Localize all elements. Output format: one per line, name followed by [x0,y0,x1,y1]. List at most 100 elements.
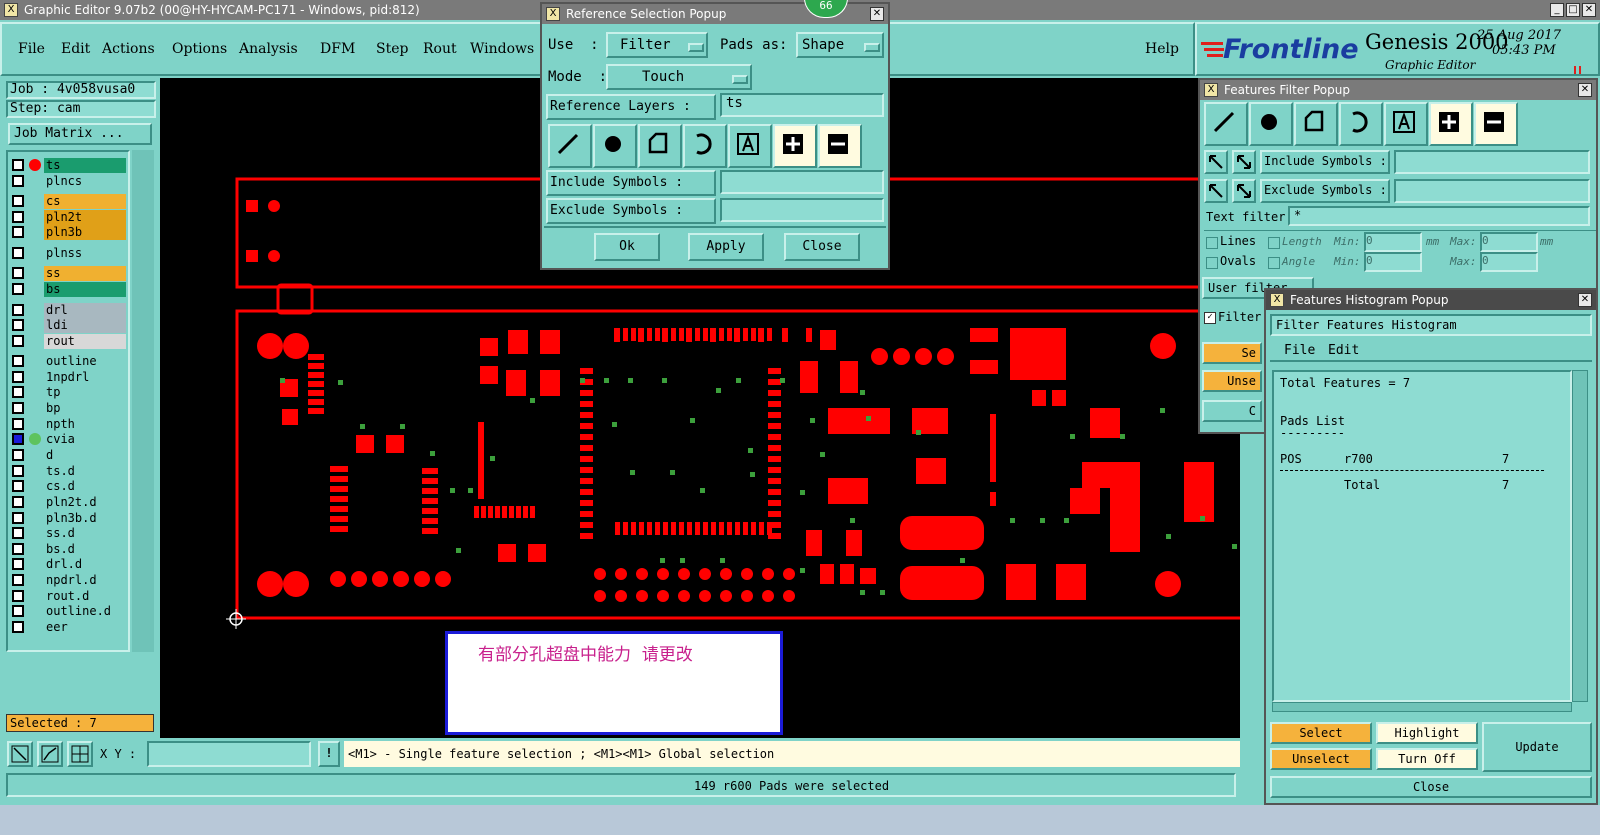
angle-min-input[interactable]: 0 [1364,252,1422,272]
rect-pad[interactable] [768,445,781,451]
maximize-button[interactable]: □ [1566,3,1580,17]
rect-pad[interactable] [580,412,593,418]
round-pad[interactable] [741,590,753,602]
rect-pad[interactable] [768,390,781,396]
rect-pad[interactable] [1110,462,1140,552]
layer-row-outline-d[interactable]: outline.d [12,604,126,619]
filter-surface-tool[interactable] [1294,102,1338,146]
rect-pad[interactable] [330,526,348,532]
rect-pad[interactable] [580,478,593,484]
text-filter-input[interactable]: * [1288,206,1590,226]
rect-pad[interactable] [308,372,324,378]
round-pad[interactable] [871,348,888,365]
rect-pad[interactable] [679,328,684,341]
rect-pad[interactable] [840,564,854,584]
round-pad[interactable] [937,348,954,365]
round-pad[interactable] [594,568,606,580]
rect-pad[interactable] [580,456,593,462]
length-min-input[interactable]: 0 [1364,232,1422,252]
ref-text-tool[interactable] [728,124,772,168]
rect-pad[interactable] [516,506,521,518]
filter-popup-title-bar[interactable]: X Features Filter Popup ✕ [1200,80,1596,100]
rect-pad[interactable] [768,533,781,539]
filter-pad-tool[interactable] [1249,102,1293,146]
rect-pad[interactable] [580,423,593,429]
layer-row-ts-d[interactable]: ts.d [12,464,126,479]
layer-row-ldi[interactable]: ldi [12,318,126,333]
rect-pad[interactable] [647,522,652,535]
round-pad[interactable] [678,568,690,580]
layer-checkbox[interactable] [12,574,24,586]
rect-pad[interactable] [308,354,324,360]
rect-pad[interactable] [671,328,676,341]
rect-pad[interactable] [308,390,324,396]
rect-pad[interactable] [846,530,862,556]
rect-pad[interactable] [687,328,692,341]
rect-pad[interactable] [330,506,348,512]
round-pad[interactable] [762,568,774,580]
filter-close-button[interactable]: C [1202,400,1262,422]
layer-checkbox[interactable] [12,558,24,570]
rect-pad[interactable] [768,368,781,374]
round-pad[interactable] [594,590,606,602]
round-pad[interactable] [783,568,795,580]
layer-checkbox[interactable] [12,480,24,492]
rect-pad[interactable] [719,522,724,535]
rect-pad[interactable] [727,522,732,535]
layer-row-drl-d[interactable]: drl.d [12,557,126,572]
histogram-highlight-button[interactable]: Highlight [1376,722,1478,744]
layer-row-rout-d[interactable]: rout.d [12,589,126,604]
rect-pad[interactable] [623,522,628,535]
layer-row-drl[interactable]: drl [12,303,126,318]
histogram-hscroll[interactable] [1272,702,1572,712]
rect-pad[interactable] [422,528,438,534]
round-pad[interactable] [257,571,283,597]
ovals-checkbox[interactable] [1206,257,1218,269]
rect-pad[interactable] [540,370,560,396]
rect-pad[interactable] [523,506,528,518]
rect-pad[interactable] [768,511,781,517]
alert-button[interactable]: ! [318,741,340,767]
rect-pad[interactable] [1010,328,1066,380]
rect-pad[interactable] [743,328,748,341]
rect-pad[interactable] [422,488,438,494]
include-pick-button[interactable] [1204,150,1228,174]
rect-pad[interactable] [719,328,724,341]
rect-pad[interactable] [478,485,484,499]
layer-row-tp[interactable]: tp [12,385,126,400]
round-pad[interactable] [268,200,280,212]
round-pad[interactable] [414,571,430,587]
rect-pad[interactable] [828,408,890,434]
ok-button[interactable]: Ok [594,233,660,261]
rect-pad[interactable] [308,408,324,414]
layer-checkbox[interactable] [12,402,24,414]
rect-pad[interactable] [768,434,781,440]
layer-row-ss[interactable]: ss [12,266,126,281]
rect-pad[interactable] [282,409,298,425]
layer-row-pln2t-d[interactable]: pln2t.d [12,495,126,510]
rect-pad[interactable] [308,399,324,405]
layer-checkbox[interactable] [12,449,24,461]
rect-pad[interactable] [509,506,514,518]
rect-pad[interactable] [502,506,507,518]
rect-pad[interactable] [422,508,438,514]
close-window-button[interactable]: ✕ [1582,3,1596,17]
layer-row-rout[interactable]: rout [12,334,126,349]
angle-max-input[interactable]: 0 [1480,252,1538,272]
include-symbols-input[interactable] [1394,150,1590,174]
rect-pad[interactable] [386,435,404,453]
layer-checkbox[interactable] [12,433,24,445]
rect-pad[interactable] [695,328,700,341]
layer-checkbox[interactable] [12,527,24,539]
pads-as-dropdown[interactable]: Shape [796,32,884,58]
rect-pad[interactable] [800,361,818,393]
layer-checkbox[interactable] [12,621,24,633]
rect-pad[interactable] [330,516,348,522]
layer-checkbox[interactable] [12,371,24,383]
round-pad[interactable] [657,568,669,580]
round-pad[interactable] [720,568,732,580]
rect-pad[interactable] [474,506,479,518]
menu-dfm[interactable]: DFM [320,41,355,57]
layer-checkbox[interactable] [12,465,24,477]
layer-row-npth[interactable]: npth [12,417,126,432]
